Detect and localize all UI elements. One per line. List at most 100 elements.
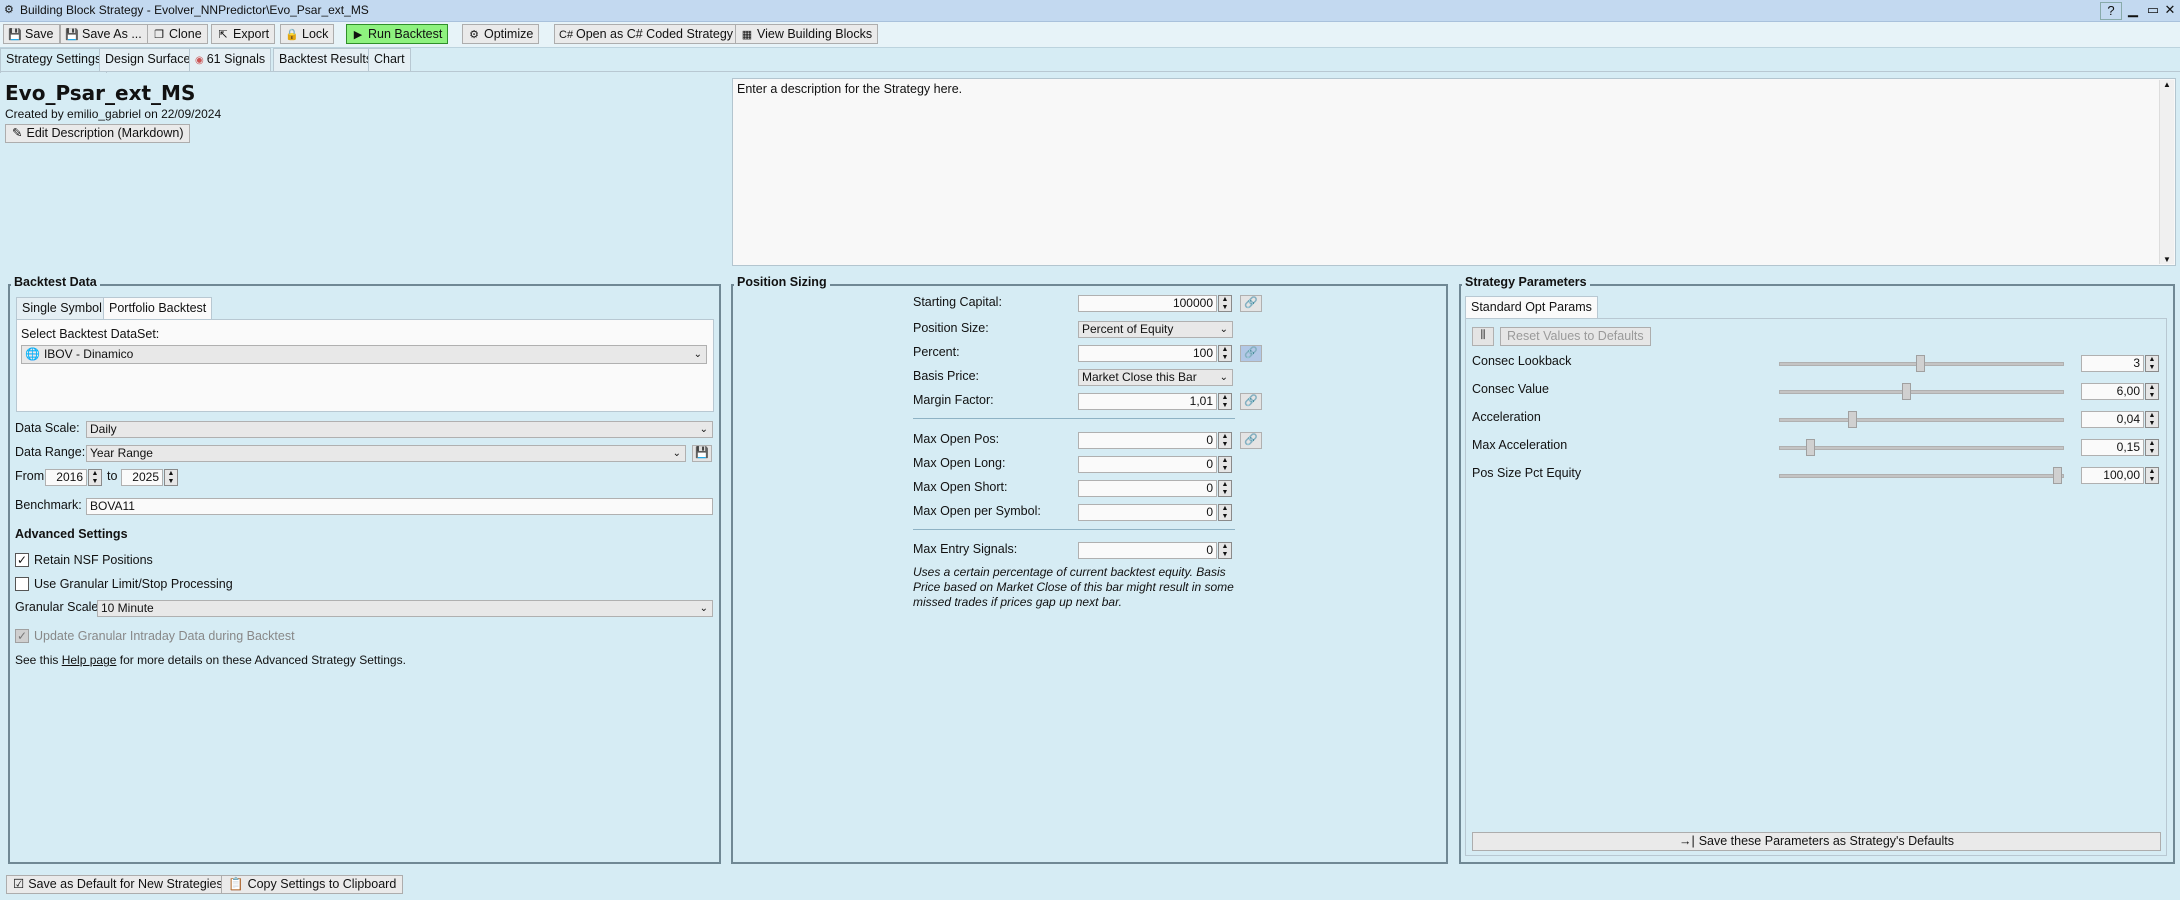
data-scale-label: Data Scale: [15,421,80,435]
max-open-short-input[interactable]: 0 [1078,480,1217,497]
basis-price-select[interactable]: Market Close this Bar ⌄ [1078,369,1233,386]
chevron-down-icon: ⌄ [1219,372,1228,383]
description-text: Enter a description for the Strategy her… [737,82,963,96]
description-scrollbar[interactable]: ▲ ▼ [2159,80,2174,264]
param-slider-track[interactable] [1779,418,2064,422]
param-slider-thumb[interactable] [1902,383,1912,400]
edit-description-button[interactable]: ✎ Edit Description (Markdown) [5,124,191,143]
param-value-input[interactable]: 100,00 [2081,467,2144,484]
open-csharp-button[interactable]: C# Open as C# Coded Strategy [554,24,740,44]
tab-standard-opt-params[interactable]: Standard Opt Params [1465,296,1598,318]
starting-capital-input[interactable]: 100000 [1078,295,1217,312]
view-building-blocks-button[interactable]: ▦ View Building Blocks [735,24,879,44]
from-year-input[interactable]: 2016 [45,469,87,486]
chevron-down-icon: ⌄ [693,349,702,360]
save-button[interactable]: 💾 Save [3,24,60,44]
help-icon[interactable]: ? [2100,2,2122,20]
to-year-spinner[interactable]: ▲ ▼ [164,469,178,486]
chevron-down-icon: ⌄ [1219,324,1228,335]
starting-capital-spinner[interactable]: ▲ ▼ [1218,295,1232,312]
save-as-default-button[interactable]: ☑ Save as Default for New Strategies [6,875,230,894]
param-label: Consec Lookback [1472,354,1572,368]
param-value-spinner[interactable]: ▲ ▼ [2145,467,2159,484]
to-year-input[interactable]: 2025 [121,469,163,486]
lock-button[interactable]: 🔒 Lock [280,24,335,44]
data-range-select[interactable]: Year Range ⌄ [86,445,686,462]
save-range-icon[interactable]: 💾 [692,445,712,462]
toolbar: 💾 Save 💾 Save As ... ❐ Clone ⇱ Export 🔒 Lock … [0,22,2180,48]
margin-factor-spinner[interactable]: ▲ ▼ [1218,393,1232,410]
param-slider-thumb[interactable] [1847,411,1857,428]
data-range-label: Data Range: [15,445,86,459]
param-value-input[interactable]: 3 [2081,355,2144,372]
tab-single-symbol[interactable]: Single Symbol [16,297,108,319]
granular-scale-select[interactable]: 10 Minute ⌄ [97,600,713,617]
param-value-input[interactable]: 0,04 [2081,411,2144,428]
param-value-spinner[interactable]: ▲ ▼ [2145,383,2159,400]
position-size-select[interactable]: Percent of Equity ⌄ [1078,321,1233,338]
params-panel [1465,318,2167,856]
max-open-pos-input[interactable]: 0 [1078,432,1217,449]
minimize-button[interactable]: ▁ [2123,2,2143,18]
param-slider-track[interactable] [1779,390,2064,394]
retain-nsf-label: Retain NSF Positions [34,553,153,567]
max-open-pos-spinner[interactable]: ▲ ▼ [1218,432,1232,449]
run-backtest-button[interactable]: ▶ Run Backtest [346,24,449,44]
link-icon[interactable]: 🔗 [1240,432,1262,449]
scroll-up-icon[interactable]: ▲ [2160,80,2174,89]
scroll-down-icon[interactable]: ▼ [2160,255,2174,264]
max-open-long-spinner[interactable]: ▲ ▼ [1218,456,1232,473]
window-titlebar: ⚙ Building Block Strategy - Evolver_NNPr… [0,0,2180,22]
link-icon[interactable]: 🔗 [1240,393,1262,410]
save-param-defaults-button[interactable]: →| Save these Parameters as Strategy's De… [1472,832,2161,851]
retain-nsf-checkbox[interactable]: ✓ [15,553,29,567]
param-slider-thumb[interactable] [2053,467,2062,484]
margin-factor-input[interactable]: 1,01 [1078,393,1217,410]
from-year-spinner[interactable]: ▲ ▼ [88,469,102,486]
help-page-link[interactable]: Help page [62,653,117,667]
param-slider-thumb[interactable] [1806,439,1816,456]
link-icon[interactable]: 🔗 [1240,345,1262,362]
param-value-spinner[interactable]: ▲ ▼ [2145,355,2159,372]
param-slider-thumb[interactable] [1916,355,1925,372]
max-open-symbol-spinner[interactable]: ▲ ▼ [1218,504,1232,521]
tab-chart[interactable]: Chart [368,48,411,71]
tab-design-surface[interactable]: Design Surface [99,48,197,71]
percent-input[interactable]: 100 [1078,345,1217,362]
save-as-button[interactable]: 💾 Save As ... [60,24,148,44]
advanced-settings-title: Advanced Settings [15,527,128,541]
tab-portfolio-backtest[interactable]: Portfolio Backtest [103,297,213,319]
strategy-parameters-title: Strategy Parameters [1462,275,1590,289]
clone-button[interactable]: ❐ Clone [147,24,208,44]
param-slider-track[interactable] [1779,446,2064,450]
param-value-spinner[interactable]: ▲ ▼ [2145,439,2159,456]
position-size-note: Uses a certain percentage of current bac… [913,565,1234,609]
data-scale-select[interactable]: Daily ⌄ [86,421,713,438]
max-open-pos-label: Max Open Pos: [913,432,1000,446]
max-open-long-input[interactable]: 0 [1078,456,1217,473]
optimize-button[interactable]: ⚙ Optimize [462,24,540,44]
floppy-icon: 💾 [65,29,79,41]
max-open-short-spinner[interactable]: ▲ ▼ [1218,480,1232,497]
benchmark-input[interactable]: BOVA11 [86,498,713,515]
close-button[interactable]: ✕ [2160,2,2180,18]
tab-backtest-results[interactable]: Backtest Results [273,48,379,71]
sliders-icon[interactable]: ⫼ [1472,327,1494,346]
param-slider-track[interactable] [1779,474,2064,478]
tab-strategy-settings[interactable]: Strategy Settings [0,48,108,73]
max-entry-input[interactable]: 0 [1078,542,1217,559]
description-box[interactable]: Enter a description for the Strategy her… [732,78,2176,266]
param-value-spinner[interactable]: ▲ ▼ [2145,411,2159,428]
param-value-input[interactable]: 0,15 [2081,439,2144,456]
export-button[interactable]: ⇱ Export [211,24,276,44]
granular-limit-checkbox[interactable] [15,577,29,591]
copy-settings-button[interactable]: 📋 Copy Settings to Clipboard [221,875,404,894]
select-dataset-label: Select Backtest DataSet: [21,327,160,341]
param-value-input[interactable]: 6,00 [2081,383,2144,400]
link-icon[interactable]: 🔗 [1240,295,1262,312]
percent-spinner[interactable]: ▲ ▼ [1218,345,1232,362]
tab-signals[interactable]: ◉ 61 Signals [189,48,272,71]
max-entry-spinner[interactable]: ▲ ▼ [1218,542,1232,559]
max-open-symbol-input[interactable]: 0 [1078,504,1217,521]
dataset-select[interactable]: 🌐 IBOV - Dinamico ⌄ [21,345,707,364]
